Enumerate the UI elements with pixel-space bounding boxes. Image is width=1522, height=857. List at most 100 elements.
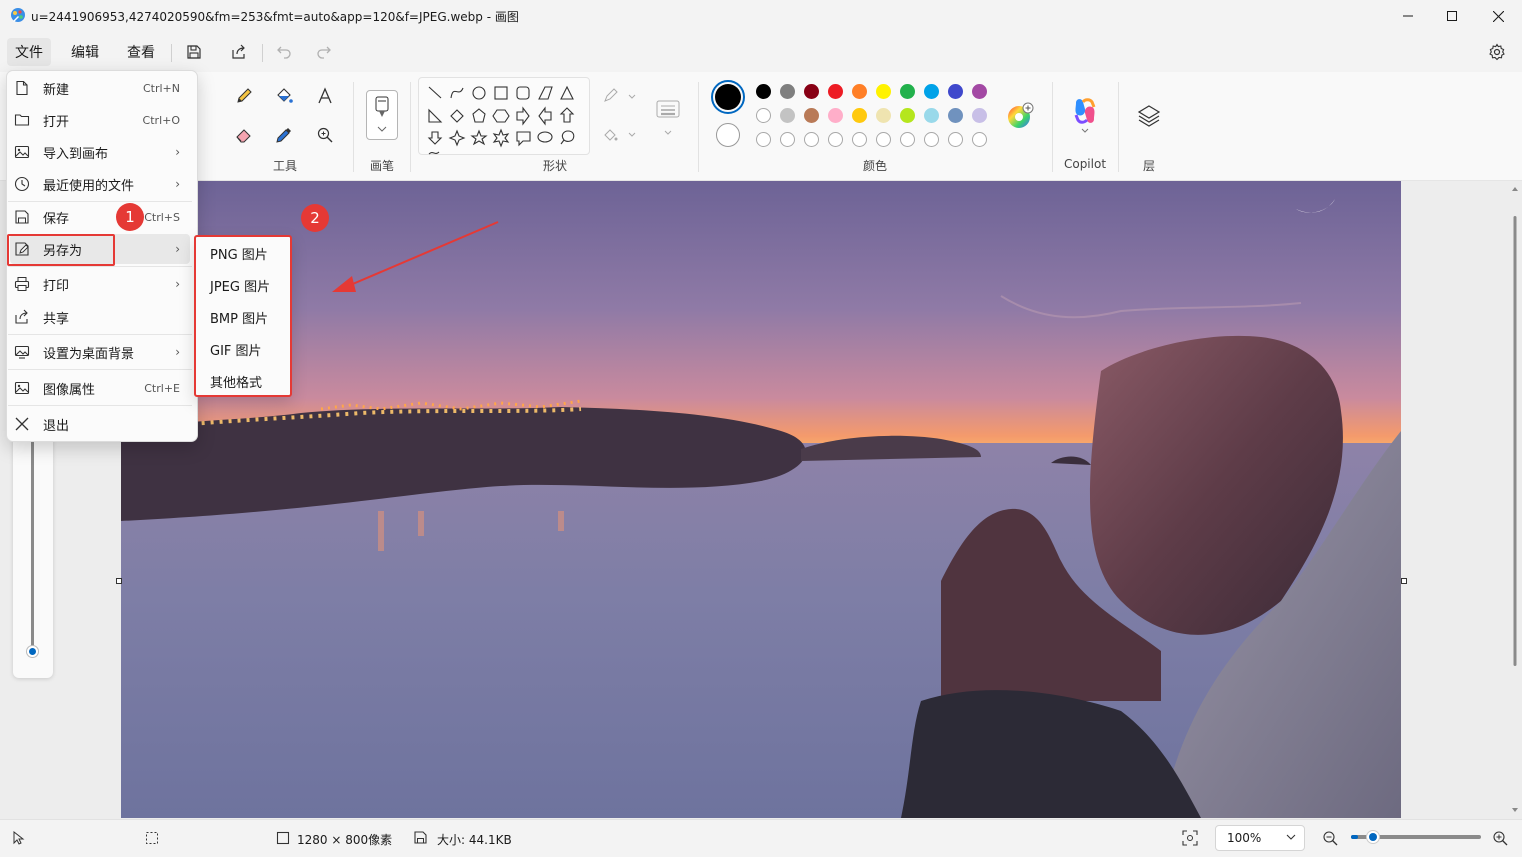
quick-share-button[interactable] [226, 40, 252, 64]
color-swatch[interactable] [972, 108, 987, 123]
canvas-resize-handle[interactable] [1401, 578, 1407, 584]
zoom-slider-thumb[interactable] [1365, 830, 1380, 844]
color-swatch[interactable] [852, 108, 867, 123]
color-swatch[interactable] [924, 84, 939, 99]
save-as-jpeg[interactable]: JPEG 图片 [210, 276, 270, 295]
color-swatch[interactable] [804, 108, 819, 123]
file-menu-recent-files[interactable]: 最近使用的文件 › [10, 169, 190, 199]
brushes-button[interactable] [366, 90, 398, 140]
group-label-colors: 颜色 [862, 159, 887, 173]
color-swatch[interactable] [852, 84, 867, 99]
file-menu-open[interactable]: 打开 Ctrl+O [10, 105, 190, 135]
file-menu-image-properties[interactable]: 图像属性 Ctrl+E [10, 373, 190, 403]
zoom-out-icon[interactable] [1322, 830, 1338, 846]
zoom-slider-track[interactable] [1351, 830, 1481, 844]
color-swatch[interactable] [828, 84, 843, 99]
color-swatch[interactable] [924, 108, 939, 123]
custom-color-slot[interactable] [948, 132, 963, 147]
color-swatch[interactable] [876, 84, 891, 99]
primary-color[interactable] [711, 80, 745, 114]
zoom-level-value: 100% [1227, 831, 1262, 845]
custom-color-slot[interactable] [972, 132, 987, 147]
secondary-color[interactable] [716, 123, 740, 147]
fit-to-window-icon[interactable] [1182, 830, 1198, 846]
color-picker-icon[interactable] [271, 122, 297, 148]
paint-app-icon [10, 7, 26, 23]
file-menu-print[interactable]: 打印 › [10, 269, 190, 299]
maximize-button[interactable] [1429, 0, 1475, 32]
color-swatch[interactable] [948, 108, 963, 123]
vertical-scrollbar[interactable] [1508, 181, 1522, 819]
custom-color-slot[interactable] [876, 132, 891, 147]
file-menu-label: 退出 [43, 418, 70, 434]
color-swatch[interactable] [972, 84, 987, 99]
shape-fill-dropdown[interactable] [600, 122, 640, 148]
file-menu-import-to-canvas[interactable]: 导入到画布 › [10, 137, 190, 167]
menu-file[interactable]: 文件 [7, 38, 51, 66]
shapes-gallery[interactable] [418, 77, 590, 155]
file-menu-save[interactable]: 保存 Ctrl+S [10, 202, 190, 232]
fill-bucket-icon[interactable] [271, 83, 297, 109]
quick-save-button[interactable] [181, 40, 207, 64]
save-as-png[interactable]: PNG 图片 [210, 244, 268, 263]
zoom-in-icon[interactable] [1492, 830, 1508, 846]
chevron-right-icon: › [175, 345, 180, 359]
save-as-bmp[interactable]: BMP 图片 [210, 308, 268, 327]
menubar-divider [171, 44, 172, 62]
file-menu-set-desktop-background[interactable]: 设置为桌面背景 › [10, 337, 190, 367]
color-swatch[interactable] [804, 84, 819, 99]
undo-button[interactable] [271, 40, 297, 64]
color-swatch[interactable] [876, 108, 891, 123]
save-as-gif[interactable]: GIF 图片 [210, 340, 262, 359]
color-swatch[interactable] [828, 108, 843, 123]
file-menu-label: 打印 [43, 278, 70, 294]
file-menu-label: 共享 [43, 311, 70, 327]
menu-edit[interactable]: 编辑 [63, 38, 107, 66]
edit-colors-icon[interactable] [1005, 101, 1035, 131]
color-swatch[interactable] [780, 108, 795, 123]
canvas-resize-handle[interactable] [116, 578, 122, 584]
color-swatch[interactable] [780, 84, 795, 99]
zoom-level-dropdown[interactable]: 100% [1215, 825, 1305, 851]
eraser-icon[interactable] [231, 122, 257, 148]
file-size-icon [413, 830, 428, 845]
custom-color-slot[interactable] [900, 132, 915, 147]
custom-color-slot[interactable] [804, 132, 819, 147]
color-swatch[interactable] [900, 84, 915, 99]
side-slider-thumb[interactable] [27, 646, 38, 657]
color-swatch[interactable] [900, 108, 915, 123]
color-swatch[interactable] [948, 84, 963, 99]
layers-icon[interactable] [1136, 103, 1162, 129]
file-menu-label: 导入到画布 [43, 146, 109, 162]
brush-size-icon[interactable] [653, 98, 683, 142]
shape-outline-dropdown[interactable] [600, 84, 640, 110]
side-slider-track[interactable] [31, 440, 34, 650]
canvas-image-coastal-sunset[interactable] [121, 181, 1401, 818]
minimize-button[interactable] [1385, 0, 1431, 32]
custom-color-slot[interactable] [924, 132, 939, 147]
ribbon-separator [353, 82, 354, 172]
save-as-other-formats[interactable]: 其他格式 [210, 372, 262, 391]
file-menu-new[interactable]: 新建 Ctrl+N [10, 73, 190, 103]
custom-color-slot[interactable] [756, 132, 771, 147]
redo-button[interactable] [311, 40, 337, 64]
color-swatch[interactable] [756, 108, 771, 123]
text-tool-icon[interactable] [312, 83, 338, 109]
custom-color-slot[interactable] [780, 132, 795, 147]
custom-color-slot[interactable] [852, 132, 867, 147]
custom-color-slot[interactable] [828, 132, 843, 147]
color-swatch[interactable] [756, 84, 771, 99]
copilot-icon[interactable] [1070, 95, 1100, 135]
group-label-shapes: 形状 [542, 159, 567, 173]
magnifier-icon[interactable] [312, 122, 338, 148]
settings-gear-icon[interactable] [1484, 40, 1510, 64]
file-menu-exit[interactable]: 退出 [10, 409, 190, 439]
file-menu-share[interactable]: 共享 [10, 302, 190, 332]
close-button[interactable] [1475, 0, 1521, 32]
menu-view[interactable]: 查看 [119, 38, 163, 66]
pencil-icon[interactable] [231, 83, 257, 109]
share-icon [13, 308, 31, 326]
new-file-icon [13, 79, 31, 97]
selection-size-icon [145, 831, 159, 845]
annotation-arrow [320, 214, 510, 304]
